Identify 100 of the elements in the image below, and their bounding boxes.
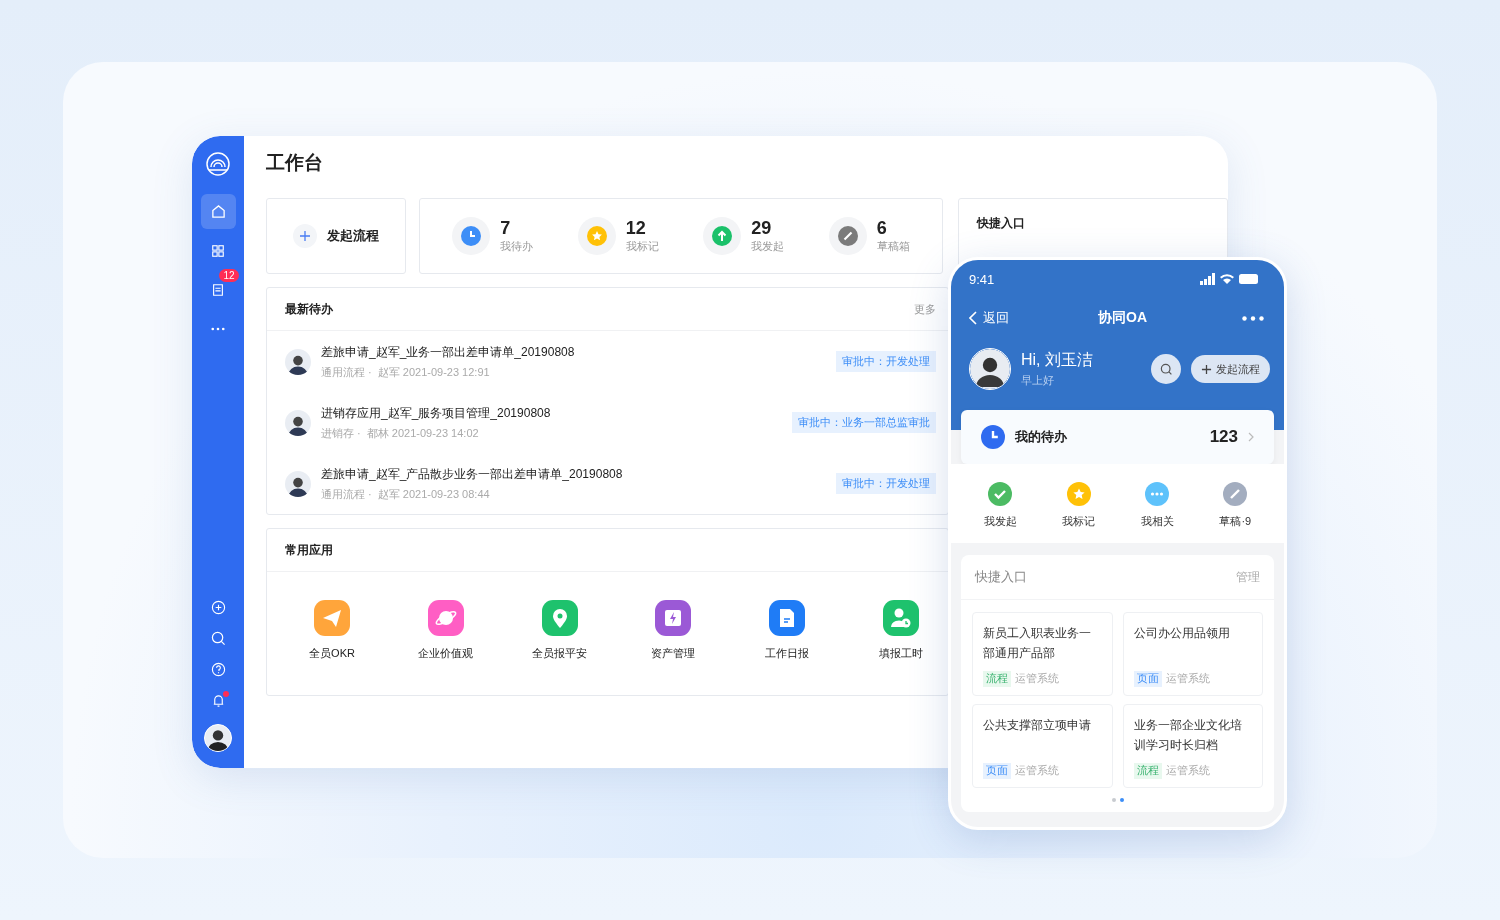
pending-count: 123 xyxy=(1209,427,1238,447)
avatar xyxy=(285,348,311,375)
todo-author-time: 赵军 2021-09-23 12:91 xyxy=(377,364,490,380)
todo-author-time: 赵军 2021-09-23 08:44 xyxy=(377,486,490,502)
page-dot[interactable] xyxy=(1119,798,1124,802)
entry-card[interactable]: 新员工入职表业务一部通用产品部 流程 运管系统 xyxy=(972,612,1113,696)
card-title: 快捷入口 xyxy=(975,568,1027,586)
app-label: 全员报平安 xyxy=(532,646,588,661)
stat-label: 我待办 xyxy=(500,239,534,254)
avatar xyxy=(969,348,1011,390)
stat-label: 草稿箱 xyxy=(876,239,910,254)
status-time: 9:41 xyxy=(969,271,995,287)
app-shortcut[interactable]: 填报工时 xyxy=(866,600,936,661)
todo-item[interactable]: 差旅申请_赵军_产品散步业务一部出差申请单_20190808 通用流程 · 赵军 2021-09-23 08:44 审批中：开发处理 xyxy=(267,453,948,514)
type-tag: 流程 xyxy=(983,671,1011,687)
plus-icon xyxy=(1201,363,1212,375)
notification-dot xyxy=(222,691,229,697)
search-icon xyxy=(210,631,226,646)
system-name: 运管系统 xyxy=(1165,672,1210,686)
todo-author-time: 都林 2021-09-23 14:02 xyxy=(366,425,479,441)
app-shortcut[interactable]: 全员报平安 xyxy=(524,600,595,661)
logo-icon xyxy=(206,152,230,176)
stat-value: 29 xyxy=(751,218,773,239)
shortcut-label: 我标记 xyxy=(1062,514,1096,529)
add-icon xyxy=(210,600,226,615)
entry-title: 新员工入职表业务一部通用产品部 xyxy=(983,625,1092,662)
entry-title: 公共支撑部立项申请 xyxy=(983,717,1092,734)
todo-category: 通用流程 · xyxy=(321,486,372,502)
stat-label: 我标记 xyxy=(625,239,659,254)
todo-title: 进销存应用_赵军_服务项目管理_20190808 xyxy=(321,404,552,422)
grid-icon xyxy=(211,243,225,258)
app-shortcut[interactable]: 企业价值观 xyxy=(410,600,481,661)
stat-value: 6 xyxy=(876,218,888,239)
todo-title: 差旅申请_赵军_业务一部出差申请单_20190808 xyxy=(321,343,576,361)
sidebar-tool[interactable] xyxy=(210,600,226,615)
clock-icon xyxy=(981,425,1005,449)
shortcut[interactable]: 我发起 xyxy=(983,482,1017,529)
app-label: 填报工时 xyxy=(879,646,923,661)
sidebar-tool[interactable] xyxy=(210,662,226,677)
todo-title: 差旅申请_赵军_产品散步业务一部出差申请单_20190808 xyxy=(321,465,624,483)
chevron-left-icon xyxy=(969,311,977,325)
page-title: 工作台 xyxy=(266,151,324,175)
entry-title: 公司办公用品领用 xyxy=(1133,625,1231,642)
plus-icon xyxy=(293,224,317,248)
shortcut[interactable]: 我标记 xyxy=(1062,482,1096,529)
card-title: 常用应用 xyxy=(285,541,333,559)
shortcut-label: 我相关 xyxy=(1140,514,1174,529)
app-label: 全员OKR xyxy=(309,646,355,661)
app-label: 工作日报 xyxy=(765,646,810,661)
new-flow-button[interactable]: 发起流程 xyxy=(1191,355,1270,383)
page-dot[interactable] xyxy=(1111,798,1116,802)
todo-item[interactable]: 差旅申请_赵军_业务一部出差申请单_20190808 通用流程 · 赵军 2021-09-23 12:91 审批中：开发处理 xyxy=(267,331,948,392)
card-title: 最新待办 xyxy=(285,300,333,318)
home-icon xyxy=(210,204,226,219)
app-shortcut[interactable]: 全员OKR xyxy=(297,600,367,661)
pending-card[interactable]: 我的待办 123 xyxy=(961,410,1274,464)
avatar xyxy=(285,470,311,497)
count-badge: 12 xyxy=(219,269,239,282)
app-shortcut[interactable]: 工作日报 xyxy=(752,600,823,661)
more-icon[interactable] xyxy=(1242,315,1264,321)
status-tag: 审批中：开发处理 xyxy=(836,351,936,372)
avatar[interactable] xyxy=(204,724,232,752)
system-name: 运管系统 xyxy=(1165,764,1210,778)
sidebar-tab[interactable] xyxy=(200,194,236,229)
entry-card[interactable]: 公共支撑部立项申请 页面 运管系统 xyxy=(972,704,1113,788)
shortcut[interactable]: 我相关 xyxy=(1140,482,1174,529)
document-icon xyxy=(211,282,225,297)
chevron-right-icon xyxy=(1248,432,1254,442)
entry-card[interactable]: 公司办公用品领用 页面 运管系统 xyxy=(1122,612,1263,696)
stat-value: 12 xyxy=(625,218,647,239)
app-title: 协同OA xyxy=(1098,309,1147,327)
type-tag: 流程 xyxy=(1133,763,1162,779)
app-label: 资产管理 xyxy=(651,646,696,661)
status-tag: 审批中：开发处理 xyxy=(836,473,936,494)
greeting-subtitle: 早上好 xyxy=(1021,373,1055,388)
shortcut[interactable]: 草稿·9 xyxy=(1219,482,1252,529)
status-tag: 审批中：业务一部总监审批 xyxy=(792,412,936,433)
card-title: 快捷入口 xyxy=(977,216,1025,230)
shortcut-label: 我发起 xyxy=(983,514,1017,529)
sidebar-tab[interactable]: 12 xyxy=(200,272,236,307)
avatar xyxy=(285,409,311,436)
type-tag: 页面 xyxy=(983,763,1011,779)
app-label: 企业价值观 xyxy=(418,646,474,661)
sidebar-tool[interactable] xyxy=(210,631,226,646)
new-flow-button[interactable]: 发起流程 xyxy=(266,198,406,274)
status-icons-drawing xyxy=(1200,273,1260,285)
app-shortcut[interactable]: 资产管理 xyxy=(638,600,709,661)
stat-label: 我发起 xyxy=(751,239,785,254)
entry-card[interactable]: 业务一部企业文化培训学习时长归档 流程 运管系统 xyxy=(1122,704,1263,788)
pending-label: 我的待办 xyxy=(1015,428,1068,446)
todo-item[interactable]: 进销存应用_赵军_服务项目管理_20190808 进销存 · 都林 2021-09-23 14:02 审批中：业务一部总监审批 xyxy=(267,392,948,453)
entry-title: 业务一部企业文化培训学习时长归档 xyxy=(1133,717,1243,754)
search-button[interactable] xyxy=(1151,354,1181,384)
more-icon xyxy=(211,326,225,331)
greeting: Hi, 刘玉洁 xyxy=(1021,350,1094,370)
back-button[interactable]: 返回 xyxy=(969,309,1009,327)
system-name: 运管系统 xyxy=(1015,764,1059,778)
stat-value: 7 xyxy=(500,218,512,239)
search-icon xyxy=(1159,362,1173,376)
system-name: 运管系统 xyxy=(1015,672,1059,686)
